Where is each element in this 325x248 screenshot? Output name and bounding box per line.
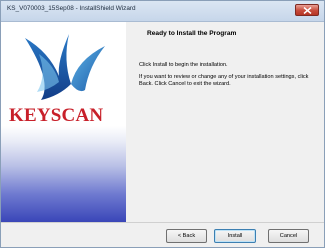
window-title: KS_V070003_15Sep08 - InstallShield Wizar… [7, 5, 136, 12]
close-icon [303, 7, 312, 14]
banner-panel: KEYSCAN [1, 22, 126, 222]
button-bar: < Back Install Cancel [1, 222, 324, 247]
install-button[interactable]: Install [214, 229, 256, 243]
instruction-text: Click Install to begin the installation. [139, 62, 228, 68]
title-bar[interactable]: KS_V070003_15Sep08 - InstallShield Wizar… [1, 1, 324, 22]
installer-window: KS_V070003_15Sep08 - InstallShield Wizar… [0, 0, 325, 248]
help-text: If you want to review or change any of y… [139, 74, 309, 87]
text-panel [126, 22, 324, 222]
back-button[interactable]: < Back [166, 229, 207, 243]
keyscan-k-logo-icon [25, 34, 105, 100]
brand-name: KEYSCAN [9, 105, 104, 126]
close-button[interactable] [295, 4, 319, 16]
page-heading: Ready to Install the Program [147, 30, 237, 37]
wizard-content: KEYSCAN Ready to Install the Program Cli… [1, 22, 324, 222]
cancel-button[interactable]: Cancel [268, 229, 309, 243]
